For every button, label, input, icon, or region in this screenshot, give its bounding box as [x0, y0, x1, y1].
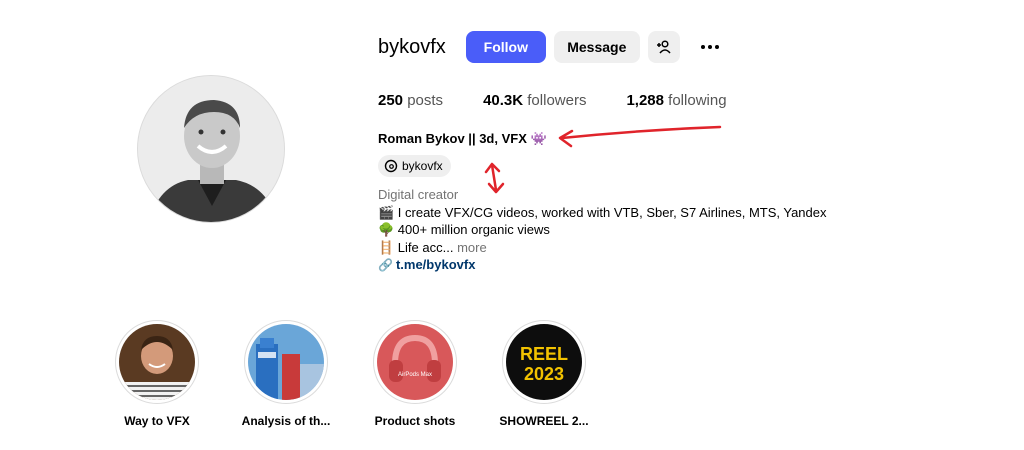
highlight-cover-text: 2023 — [524, 364, 564, 384]
highlight-cover: REEL 2023 — [502, 320, 586, 404]
highlight-cover — [244, 320, 328, 404]
highlight-cover-text: REEL — [520, 344, 568, 364]
highlight-showreel[interactable]: REEL 2023 SHOWREEL 2... — [499, 320, 589, 428]
highlight-product-shots[interactable]: AirPods Max Product shots — [370, 320, 460, 428]
highlight-cover — [115, 320, 199, 404]
highlight-analysis[interactable]: Analysis of th... — [241, 320, 331, 428]
highlight-title: Way to VFX — [124, 414, 190, 428]
annotation-arrow-horizontal — [560, 125, 722, 140]
highlight-way-to-vfx[interactable]: Way to VFX — [112, 320, 202, 428]
highlight-title: Analysis of th... — [241, 414, 331, 428]
highlight-cover: AirPods Max — [373, 320, 457, 404]
highlight-title: SHOWREEL 2... — [499, 414, 589, 428]
highlight-title: Product shots — [374, 414, 456, 428]
highlight-cover-text: AirPods Max — [398, 372, 432, 378]
